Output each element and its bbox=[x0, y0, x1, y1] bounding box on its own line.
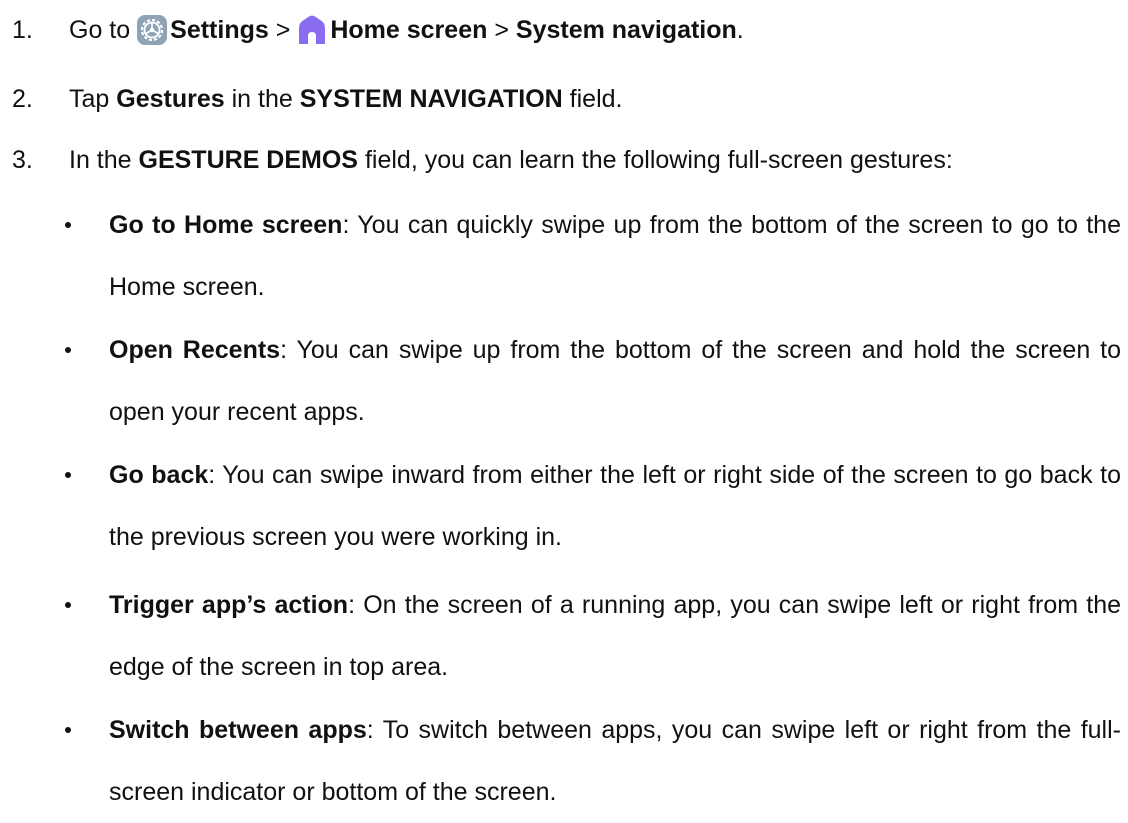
step-text: In the GESTURE DEMOS field, you can lear… bbox=[69, 146, 953, 175]
in-the-text: in the bbox=[231, 84, 293, 113]
home-icon bbox=[296, 14, 328, 46]
gesture-title: Open Recents bbox=[109, 336, 281, 364]
home-screen-label: Home screen bbox=[330, 15, 488, 44]
gesture-title: Switch between apps bbox=[109, 716, 367, 744]
gesture-item-text: Trigger app’s action: On the screen of a… bbox=[109, 574, 1121, 698]
breadcrumb-separator: > bbox=[275, 15, 291, 44]
step-goto-text: Go to bbox=[69, 15, 131, 44]
in-the-text: In the bbox=[69, 145, 132, 174]
system-navigation-label: System navigation bbox=[515, 15, 737, 44]
step-3-rest-text: field, you can learn the following full-… bbox=[364, 145, 953, 174]
period: . bbox=[736, 15, 744, 44]
bullet-dot bbox=[62, 205, 74, 245]
breadcrumb-separator: > bbox=[494, 15, 509, 44]
tap-text: Tap bbox=[69, 84, 110, 113]
bullet-dot bbox=[62, 585, 74, 625]
settings-label: Settings bbox=[170, 15, 269, 44]
step-3: 3. In the GESTURE DEMOS field, you can l… bbox=[0, 140, 1128, 180]
step-number: 1. bbox=[12, 15, 33, 44]
step-1: 1. Go to Settings > Home screen > System… bbox=[0, 10, 1128, 50]
bullet-dot bbox=[62, 330, 74, 370]
step-text: Go to Settings > Home screen > System na… bbox=[69, 14, 744, 46]
bullet-dot bbox=[62, 455, 74, 495]
gesture-item-text: Go to Home screen: You can quickly swipe… bbox=[109, 194, 1121, 318]
bullet-dot bbox=[62, 710, 74, 750]
gesture-item-text: Switch between apps: To switch between a… bbox=[109, 699, 1121, 823]
gesture-title: Trigger app’s action bbox=[109, 591, 349, 619]
field-text: field. bbox=[569, 84, 623, 113]
gesture-demos-label: GESTURE DEMOS bbox=[138, 145, 358, 174]
step-number: 3. bbox=[12, 145, 33, 174]
system-navigation-caps-label: SYSTEM NAVIGATION bbox=[299, 84, 563, 113]
settings-gear-icon bbox=[136, 14, 168, 46]
gesture-item-text: Go back: You can swipe inward from eithe… bbox=[109, 444, 1121, 568]
gesture-item-text: Open Recents: You can swipe up from the … bbox=[109, 319, 1121, 443]
gestures-label: Gestures bbox=[116, 84, 225, 113]
gesture-description: : You can swipe inward from either the l… bbox=[109, 461, 1121, 551]
step-2: 2. Tap Gestures in the SYSTEM NAVIGATION… bbox=[0, 79, 1128, 119]
gesture-title: Go to Home screen bbox=[109, 211, 343, 239]
step-number: 2. bbox=[12, 84, 33, 113]
gesture-title: Go back bbox=[109, 461, 209, 489]
step-text: Tap Gestures in the SYSTEM NAVIGATION fi… bbox=[69, 85, 622, 114]
breadcrumb-separator bbox=[269, 16, 276, 45]
